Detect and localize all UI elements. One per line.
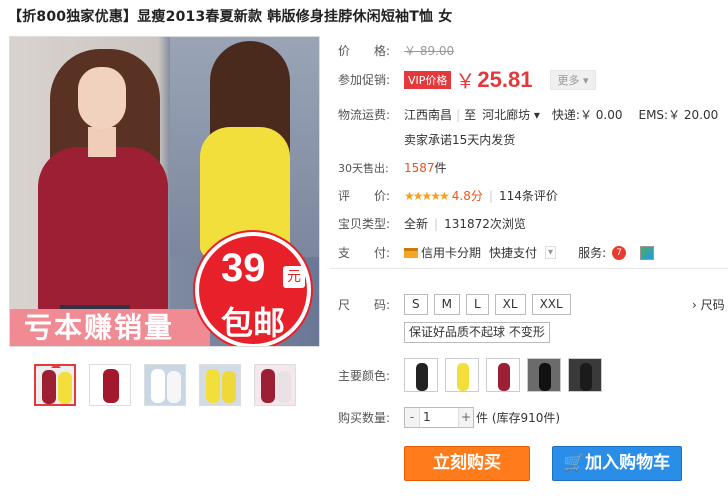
size-option-xxl[interactable]: XXL [531,294,571,315]
ship-to-select[interactable]: 河北廊坊 ▾ [482,106,540,123]
size-option-m[interactable]: M [433,294,460,315]
quantity-input[interactable]: 1 [419,408,459,427]
color-swatch-yellow[interactable] [445,358,479,392]
size-option-xl[interactable]: XL [494,294,526,315]
quantity-row: 购买数量: - 1 + 件 (库存910件) [338,407,560,428]
view-count: 131872次浏览 [444,217,526,231]
buy-now-button[interactable]: 立刻购买 [404,446,530,481]
color-swatch-black[interactable] [404,358,438,392]
thumbnail-5[interactable] [254,364,296,406]
size-note-option[interactable]: 保证好品质不起球 不变形 [404,322,550,343]
guarantee-icon[interactable] [640,245,655,260]
size-row: 尺 码: S M L XL XXL [338,294,577,315]
product-title: 【折800独家优惠】显瘦2013春夏新款 韩版修身挂脖休闲短袖T恤 女 [8,9,453,25]
model-red-shirt [38,147,168,317]
quantity-stepper: - 1 + [404,407,474,428]
thumbnail-strip [34,364,296,406]
thumbnail-2[interactable] [89,364,131,406]
original-price: ￥ 89.00 [404,44,455,58]
quick-pay[interactable]: 快捷支付 [489,244,537,261]
promo-banner: 亏本赚销量 [10,309,210,346]
promo-row: 参加促销: VIP价格 ￥ 25.81 更多 ▾ [338,65,596,94]
thumbnail-1[interactable] [34,364,76,406]
divider [330,268,728,269]
price-row: 价 格: ￥ 89.00 [338,44,455,58]
free-shipping-text: 包邮 [220,304,285,342]
size-chart-link[interactable]: › 尺码 [692,296,725,313]
size-option-l[interactable]: L [465,294,489,315]
ship-promise-row: 卖家承诺15天内发货 [338,131,515,148]
cart-icon: 🛒 [563,453,586,473]
color-swatch-black-2[interactable] [527,358,561,392]
quantity-increase-button[interactable]: + [459,408,473,427]
item-type-row: 宝贝类型: 全新 | 131872次浏览 [338,216,526,232]
credit-card-icon [404,247,418,258]
size-note-row: 保证好品质不起球 不变形 [338,322,550,343]
shipping-row: 物流运费: 江西南昌 | 至 河北廊坊 ▾ 快递:￥ 0.00 EMS:￥ 20… [338,106,719,123]
color-swatch-black-3[interactable] [568,358,602,392]
ship-promise: 卖家承诺15天内发货 [404,133,516,147]
rating-score: 4.8分 [451,189,483,203]
express-fee: 快递:￥ 0.00 [551,108,623,122]
rating-row: 评 价: ★★★★★ 4.8分 | 114条评价 [338,187,558,204]
stock-info: 件 (库存910件) [476,411,561,425]
seven-day-return-icon[interactable]: 7 [612,245,627,260]
item-condition: 全新 [404,217,429,231]
vip-price-tag: VIP价格 [404,70,452,89]
thumbnail-3[interactable] [144,364,186,406]
promo-price: 25.81 [477,66,533,92]
color-row: 主要颜色: [338,358,609,392]
size-option-s[interactable]: S [404,294,428,315]
price-badge: 39 元 包邮 [195,232,311,346]
credit-installment[interactable]: 信用卡分期 [421,244,481,261]
quantity-decrease-button[interactable]: - [405,408,419,427]
add-to-cart-button[interactable]: 🛒加入购物车 [552,446,682,481]
sales-row: 30天售出: 1587 件 [338,160,447,176]
thumbnail-4[interactable] [199,364,241,406]
reviews-link[interactable]: 114条评价 [499,187,558,204]
color-swatch-red[interactable] [486,358,520,392]
ship-from: 江西南昌 [404,108,453,122]
rating-stars-icon: ★★★★★ [404,188,450,203]
main-product-image[interactable]: 亏本赚销量 39 元 包邮 [9,36,320,347]
ems-fee: EMS:￥ 20.00 [638,108,719,122]
more-promos-button[interactable]: 更多 ▾ [550,69,596,90]
quick-pay-dropdown-icon[interactable]: ▾ [545,246,557,259]
payment-row: 支 付: 信用卡分期 快捷支付 ▾ 服务: 7 [338,244,655,261]
sales-count: 1587 [404,160,435,175]
